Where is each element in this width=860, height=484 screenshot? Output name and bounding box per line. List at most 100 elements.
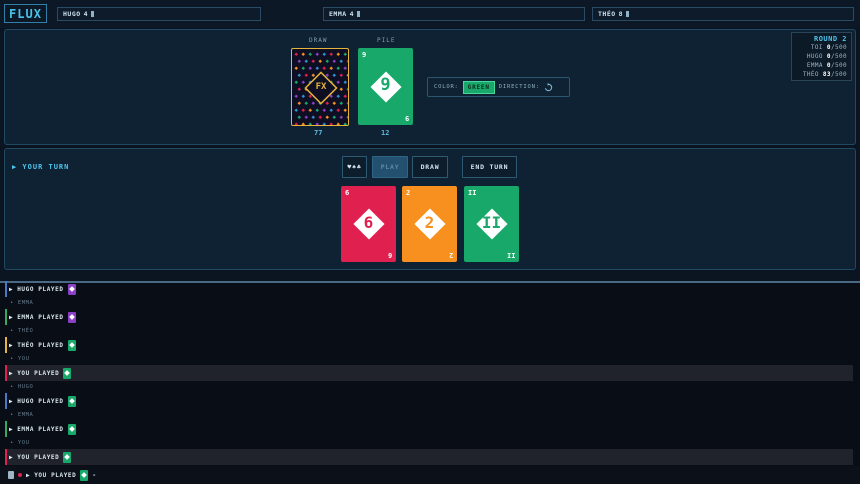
draw-deck[interactable]: FX — [291, 48, 349, 126]
deck-pattern-dot — [304, 59, 309, 64]
score-row: THÉO 83/500 — [796, 70, 847, 79]
log-separator-label: HUGO — [17, 384, 34, 390]
opponent-name: THÉO — [598, 10, 616, 18]
play-triangle-icon: ▶ — [9, 453, 14, 461]
hand-card[interactable]: II II II — [464, 186, 519, 262]
deck-pattern-dot — [339, 101, 344, 106]
game-log: ▶ HUGO PLAYED • EMMA ▶ EMMA PLAYED • THÉ… — [0, 281, 860, 484]
opponent-name: HUGO — [63, 10, 81, 18]
deck-pattern-dot — [329, 66, 334, 71]
card-center-value: II — [481, 213, 502, 232]
opponent-hugo: HUGO 4 — [57, 7, 261, 21]
log-accent — [5, 281, 7, 297]
deck-pattern-dot — [304, 73, 309, 78]
deck-pattern-dot — [308, 66, 313, 71]
log-separator: • THÉO — [10, 328, 34, 334]
deck-pattern-dot — [294, 66, 299, 71]
deck-pattern-dot — [304, 101, 309, 106]
log-row-self: ▶ YOU PLAYED — [5, 365, 853, 381]
deck-logo: FX — [315, 82, 327, 92]
mini-card-icon — [63, 367, 72, 379]
deck-pattern-dot — [308, 122, 313, 125]
opponent-card-count: 4 — [83, 10, 89, 18]
deck-pattern-dot — [297, 59, 302, 64]
deck-pattern-dot — [297, 73, 302, 78]
deck-pattern-dot — [339, 115, 344, 120]
status-suffix: - — [92, 471, 97, 479]
deck-pattern-dot — [332, 101, 337, 106]
deck-pattern-dot — [325, 115, 330, 120]
deck-pattern-dot — [329, 122, 334, 125]
hand-card[interactable]: 6 6 6 — [341, 186, 396, 262]
discard-pile-top-card: 9 9 9 — [358, 48, 413, 125]
card-corner-value: 2 — [448, 251, 453, 259]
log-text: HUGO PLAYED — [17, 397, 64, 405]
log-row: ▶ THÉO PLAYED — [5, 337, 853, 353]
play-triangle-icon: ▶ — [9, 397, 14, 405]
card-center-value: 2 — [424, 213, 435, 232]
score-name: THÉO — [802, 71, 819, 78]
color-label: COLOR: — [434, 84, 459, 90]
your-turn-indicator: ▶ YOUR TURN — [12, 163, 70, 171]
log-accent — [5, 449, 7, 465]
deck-pattern-dot — [346, 115, 348, 120]
card-corner-value: II — [506, 251, 515, 259]
card-count-bar-icon — [91, 11, 95, 17]
mini-card-icon — [63, 451, 72, 463]
deck-pattern-dot — [315, 66, 320, 71]
status-bar: ▶ YOU PLAYED - — [0, 466, 860, 484]
opponent-emma: EMMA 4 — [323, 7, 585, 21]
pile-label: PILE — [377, 37, 396, 44]
log-text: EMMA PLAYED — [17, 313, 64, 321]
play-button[interactable]: PLAY — [372, 156, 408, 178]
deck-pattern-dot — [308, 52, 313, 57]
deck-pattern-dot — [332, 59, 337, 64]
mini-card-icon — [67, 311, 76, 323]
deck-pattern-dot — [322, 108, 327, 113]
score-max: /500 — [830, 53, 847, 60]
draw-label: DRAW — [309, 37, 328, 44]
log-accent — [5, 421, 7, 437]
deck-pattern-dot — [318, 115, 323, 120]
opponent-card-count: 4 — [349, 10, 355, 18]
deck-pattern-dot — [343, 94, 348, 99]
trash-icon[interactable] — [8, 471, 14, 479]
deck-pattern-dot — [322, 52, 327, 57]
deck-pattern-dot — [343, 66, 348, 71]
mini-card-icon — [80, 469, 89, 481]
end-turn-button[interactable]: END TURN — [462, 156, 517, 178]
pile-count: 12 — [381, 129, 390, 137]
deck-pattern-dot — [311, 73, 316, 78]
deck-pattern-dot — [336, 94, 341, 99]
log-separator-label: EMMA — [17, 300, 34, 306]
deck-pattern-dot — [304, 115, 309, 120]
card-corner-value: II — [468, 189, 477, 197]
deck-pattern-dot — [301, 66, 306, 71]
deck-pattern-dot — [294, 52, 299, 57]
log-separator: • EMMA — [10, 300, 34, 306]
deck-pattern-dot — [294, 122, 299, 125]
mini-card-icon — [67, 339, 76, 351]
deck-pattern-dot — [301, 122, 306, 125]
hand-card[interactable]: 2 2 2 — [402, 186, 457, 262]
card-corner-value: 6 — [345, 189, 350, 197]
deck-pattern-dot — [339, 59, 344, 64]
deck-pattern-dot — [301, 108, 306, 113]
mini-card-icon — [67, 395, 76, 407]
deck-pattern-dot — [332, 73, 337, 78]
sort-button[interactable]: ♥♠♣ — [342, 156, 367, 178]
play-triangle-icon: ▶ — [9, 425, 14, 433]
deck-pattern-dot — [315, 108, 320, 113]
draw-button[interactable]: DRAW — [412, 156, 448, 178]
play-triangle-icon: ▶ — [9, 341, 14, 349]
deck-pattern-dot — [346, 73, 348, 78]
deck-pattern-dot — [346, 101, 348, 106]
score-row: EMMA 0/500 — [796, 61, 847, 70]
record-dot-icon — [18, 473, 22, 477]
deck-pattern-dot — [311, 59, 316, 64]
deck-pattern-dot — [325, 101, 330, 106]
deck-pattern-dot — [329, 52, 334, 57]
deck-pattern-dot — [336, 122, 341, 125]
deck-pattern-dot — [339, 73, 344, 78]
deck-pattern-dot — [336, 108, 341, 113]
